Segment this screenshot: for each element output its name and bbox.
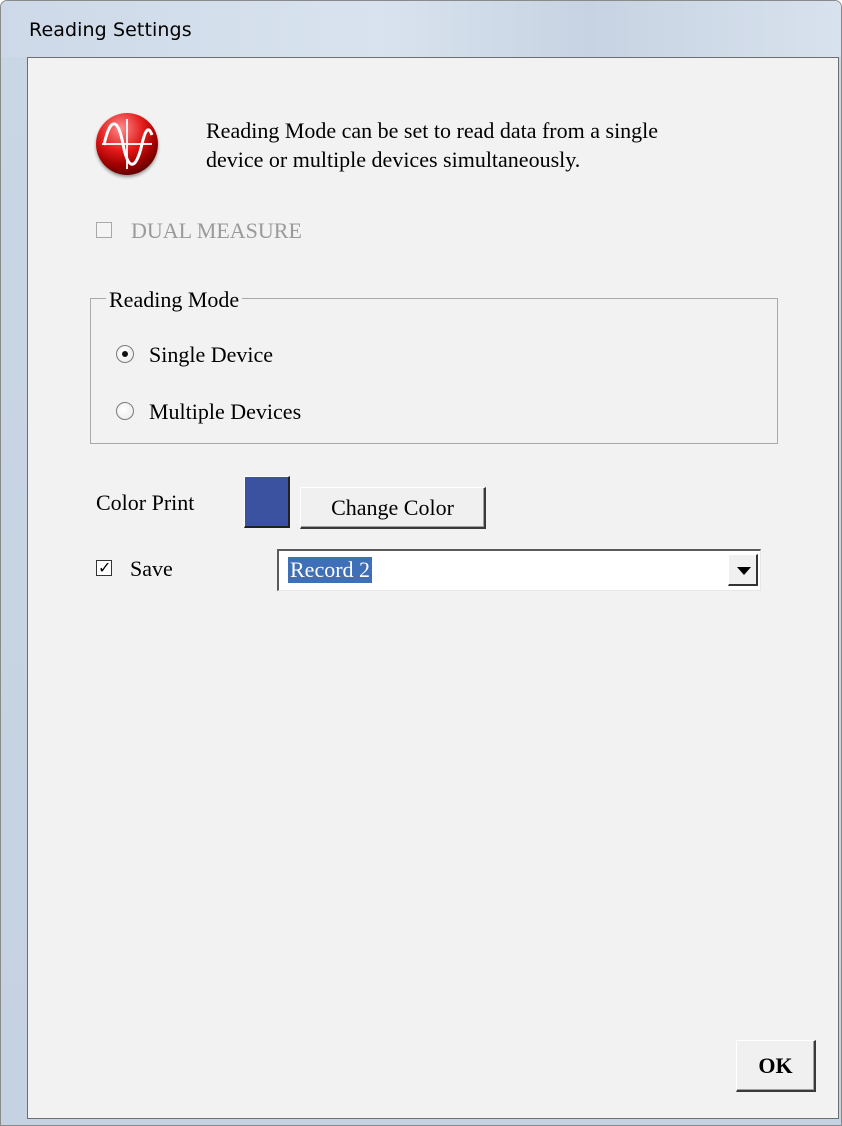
record-dropdown-value: Record 2 (288, 557, 373, 583)
reading-mode-description: Reading Mode can be set to read data fro… (206, 116, 786, 174)
dual-measure-checkbox-box[interactable] (96, 222, 112, 238)
save-checkbox-box[interactable]: ✓ (96, 558, 112, 577)
radio-label-multiple-devices: Multiple Devices (149, 399, 302, 424)
window-title: Reading Settings (29, 19, 192, 41)
radio-button-unselected[interactable] (116, 402, 134, 420)
description-line-1: Reading Mode can be set to read data fro… (206, 118, 659, 143)
radio-button-selected[interactable] (116, 345, 134, 363)
change-color-button[interactable]: Change Color (300, 487, 486, 529)
dual-measure-label: DUAL MEASURE (131, 218, 302, 243)
save-label: Save (130, 556, 173, 581)
reading-settings-window: Reading Settings Reading Mode can be set… (0, 0, 842, 1126)
color-swatch-fill (245, 477, 288, 526)
check-mark-icon: ✓ (98, 558, 112, 577)
record-dropdown[interactable]: Record 2 (277, 549, 761, 591)
title-bar[interactable]: Reading Settings (1, 1, 841, 57)
description-line-2: device or multiple devices simultaneousl… (206, 147, 581, 172)
dialog-client-area: Reading Mode can be set to read data fro… (27, 57, 839, 1119)
color-swatch[interactable] (244, 476, 290, 528)
color-print-label: Color Print (96, 490, 195, 515)
reading-mode-group-label: Reading Mode (106, 287, 243, 313)
ok-button[interactable]: OK (736, 1040, 816, 1092)
waveform-logo-icon (96, 113, 158, 175)
radio-label-single-device: Single Device (149, 342, 274, 367)
dropdown-arrow-icon[interactable] (728, 554, 758, 586)
